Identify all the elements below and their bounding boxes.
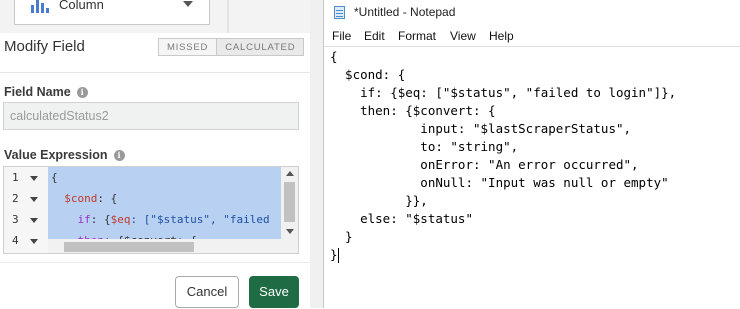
page-title: Modify Field (4, 38, 85, 55)
menu-help[interactable]: Help (489, 29, 514, 43)
text-line: }}, (330, 193, 428, 208)
line-gutter: 1 2 3 4 (4, 167, 48, 253)
code-token: { (51, 171, 58, 184)
divider (0, 72, 310, 73)
line-number: 1 (12, 171, 19, 184)
menu-file[interactable]: File (332, 29, 351, 43)
code-line: { (51, 171, 58, 184)
scroll-down-icon[interactable] (286, 229, 294, 234)
text-area[interactable]: { $cond: { if: {$eq: ["$status", "failed… (324, 46, 740, 309)
text-line: } (330, 247, 338, 262)
code-token: if (77, 213, 91, 226)
code-token: : ["$status", "failed (130, 213, 270, 226)
field-name-label: Field Name i (4, 85, 88, 99)
info-icon[interactable]: i (76, 87, 88, 98)
code-token: $cond (64, 192, 98, 205)
fold-arrow-icon[interactable] (30, 218, 38, 223)
cancel-button[interactable]: Cancel (175, 276, 239, 308)
line-number: 2 (12, 192, 19, 205)
column-chart-icon (31, 0, 49, 13)
window-title: *Untitled - Notepad (354, 5, 456, 19)
scroll-thumb[interactable] (284, 182, 295, 222)
text-line: if: {$eq: ["$status", "failed to login"]… (330, 85, 677, 100)
chart-type-label: Column (59, 0, 104, 12)
text-line: input: "$lastScraperStatus", (330, 121, 632, 136)
text-line: { (330, 49, 338, 64)
window-gap (310, 0, 323, 308)
missed-calculated-toggle: MISSED CALCULATED (158, 38, 305, 56)
notepad-icon (334, 6, 345, 19)
code-line: $cond: { (51, 192, 117, 205)
fold-arrow-icon[interactable] (30, 197, 38, 202)
code-token: : { (97, 192, 118, 205)
fold-arrow-icon[interactable] (30, 239, 38, 244)
field-name-label-text: Field Name (4, 85, 71, 99)
code-token: : { (90, 213, 111, 226)
menu-format[interactable]: Format (398, 29, 436, 43)
code-token: $eq (110, 213, 131, 226)
menu-edit[interactable]: Edit (364, 29, 385, 43)
modify-field-panel: Column Modify Field MISSED CALCULATED Fi… (0, 0, 310, 308)
save-button[interactable]: Save (249, 276, 299, 308)
fold-arrow-icon[interactable] (30, 176, 38, 181)
scroll-thumb[interactable] (64, 242, 194, 252)
notepad-window: *Untitled - Notepad File Edit Format Vie… (323, 0, 740, 308)
info-icon[interactable]: i (113, 150, 125, 161)
text-line: else: "$status" (330, 211, 473, 226)
text-line: onError: "An error occurred", (330, 157, 639, 172)
chevron-down-icon (183, 1, 193, 7)
text-line: then: {$convert: { (330, 103, 496, 118)
chart-type-dropdown[interactable]: Column (14, 0, 210, 25)
text-line: } (330, 229, 353, 244)
code-line: if: {$eq: ["$status", "failed (51, 213, 270, 226)
divider (227, 0, 229, 33)
value-expression-label: Value Expression i (4, 148, 125, 162)
text-cursor (338, 248, 339, 263)
divider (0, 262, 310, 263)
notepad-title-bar[interactable]: *Untitled - Notepad (324, 0, 740, 26)
chart-type-strip: Column (0, 0, 310, 33)
scroll-up-icon[interactable] (286, 171, 294, 176)
toggle-calculated[interactable]: CALCULATED (216, 39, 304, 55)
text-line: to: "string", (330, 139, 519, 154)
menu-view[interactable]: View (450, 29, 476, 43)
text-line: $cond: { (330, 67, 406, 82)
vertical-scrollbar[interactable] (281, 167, 298, 253)
value-expression-editor[interactable]: 1 2 3 4 { $cond: { if: {$eq: ["$status",… (3, 166, 299, 254)
horizontal-scrollbar[interactable] (48, 239, 282, 253)
text-line: onNull: "Input was null or empty" (330, 175, 669, 190)
field-name-input[interactable]: calculatedStatus2 (3, 102, 299, 130)
line-number: 4 (12, 234, 19, 247)
line-number: 3 (12, 213, 19, 226)
value-expression-label-text: Value Expression (4, 148, 108, 162)
toggle-missed[interactable]: MISSED (159, 39, 216, 55)
menu-bar: File Edit Format View Help (324, 28, 740, 46)
